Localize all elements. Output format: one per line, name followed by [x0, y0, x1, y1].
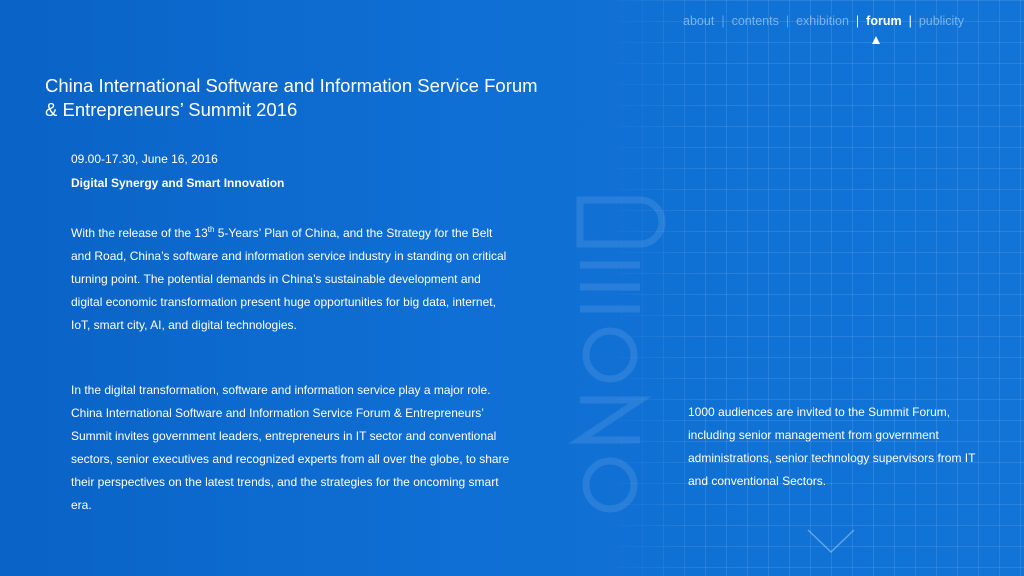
- nav-about[interactable]: about: [683, 14, 714, 28]
- nav-separator: |: [855, 14, 860, 28]
- nav-publicity[interactable]: publicity: [919, 14, 964, 28]
- intro-paragraph: With the release of the 13th 5-Years’ Pl…: [71, 218, 511, 337]
- active-indicator-caret-icon: [872, 36, 880, 44]
- page-title: China International Software and Informa…: [45, 74, 605, 122]
- nav-separator: |: [721, 14, 725, 28]
- nav-separator: |: [908, 14, 912, 28]
- page-title-line-2: & Entrepreneurs’ Summit 2016: [45, 99, 298, 120]
- audience-info: 1000 audiences are invited to the Summit…: [688, 405, 976, 488]
- page-title-line-1: China International Software and Informa…: [45, 75, 538, 96]
- summit-paragraph: In the digital transformation, software …: [71, 383, 510, 512]
- intro-text-rest: 5-Years’ Plan of China, and the Strategy…: [71, 226, 507, 332]
- nav-separator: |: [785, 14, 790, 28]
- nav-contents[interactable]: contents: [732, 14, 779, 28]
- scroll-down-chevron-icon[interactable]: [806, 528, 856, 554]
- event-theme: Digital Synergy and Smart Innovation: [71, 176, 285, 190]
- nav-forum[interactable]: forum: [866, 14, 901, 28]
- decorative-watermark-icon: [568, 196, 666, 513]
- nav-exhibition[interactable]: exhibition: [796, 14, 849, 28]
- intro-text-start: With the release of the 13: [71, 226, 208, 240]
- event-datetime: 09.00-17.30, June 16, 2016: [71, 152, 218, 166]
- top-navigation: about | contents | exhibition | forum | …: [683, 14, 964, 28]
